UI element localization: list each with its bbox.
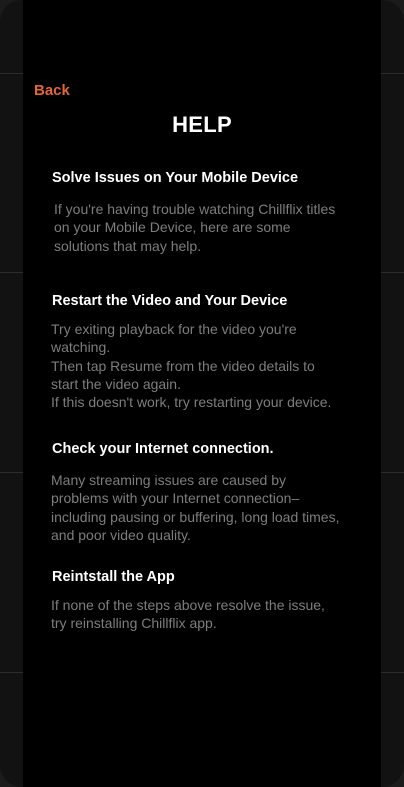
left-bezel — [0, 0, 23, 787]
section-heading-internet: Check your Internet connection. — [52, 441, 274, 457]
section-text-reinstall: If none of the steps above resolve the i… — [51, 597, 325, 632]
section-heading-mobile-device: Solve Issues on Your Mobile Device — [52, 170, 299, 186]
device-frame: Back HELP Solve Issues on Your Mobile De… — [0, 0, 404, 787]
back-button[interactable]: Back — [34, 82, 70, 99]
page-title: HELP — [172, 112, 232, 137]
help-screen: Back HELP Solve Issues on Your Mobile De… — [23, 0, 381, 787]
section-text-mobile-device: If you're having trouble watching Chillf… — [54, 201, 336, 254]
section-text-internet: Many streaming issues are caused by prob… — [51, 472, 340, 543]
section-text-restart: Try exiting playback for the video you'r… — [51, 321, 332, 411]
section-heading-reinstall: Reintstall the App — [52, 569, 175, 585]
right-bezel — [381, 0, 404, 787]
section-heading-restart: Restart the Video and Your Device — [52, 293, 288, 309]
